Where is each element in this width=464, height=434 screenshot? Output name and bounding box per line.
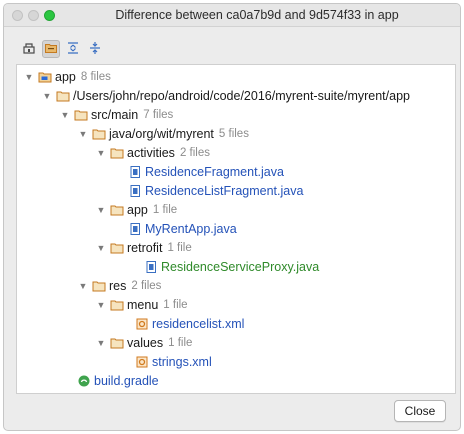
chevron-down-icon[interactable]: ▼ xyxy=(95,204,107,216)
tree-node[interactable]: ▼ /Users/john/repo/android/code/2016/myr… xyxy=(41,86,410,105)
group-by-directory-button[interactable] xyxy=(42,40,60,58)
tree-node[interactable]: ▼ app 1 file xyxy=(95,200,178,219)
window-maximize-dot[interactable] xyxy=(44,10,55,21)
tree-node-label: residencelist.xml xyxy=(152,316,245,331)
collapse-all-button[interactable] xyxy=(86,40,104,58)
tree-node-count: 7 files xyxy=(143,108,174,121)
xml-file-icon xyxy=(135,317,149,331)
chevron-down-icon[interactable]: ▼ xyxy=(95,147,107,159)
tree-node-label: ResidenceServiceProxy.java xyxy=(161,259,320,274)
tree-node-label: menu xyxy=(127,297,159,312)
tree-node-label: app xyxy=(55,69,76,84)
tree-node[interactable]: ▼ retrofit 1 file xyxy=(95,238,192,257)
module-icon xyxy=(22,41,36,58)
tree-node-count: 2 files xyxy=(179,146,210,159)
folder-icon xyxy=(110,241,124,255)
module-view-button[interactable] xyxy=(20,40,38,58)
chevron-down-icon[interactable]: ▼ xyxy=(77,280,89,292)
tree-node[interactable]: residencelist.xml xyxy=(135,314,244,333)
title-bar: Difference between ca0a7b9d and 9d574f33… xyxy=(4,4,460,27)
chevron-down-icon[interactable]: ▼ xyxy=(41,90,53,102)
folder-icon xyxy=(110,336,124,350)
tree-node[interactable]: ▼ activities 2 files xyxy=(95,143,210,162)
tree-node-label: app xyxy=(127,202,148,217)
expand-all-button[interactable] xyxy=(64,40,82,58)
tree-node-label: src/main xyxy=(91,107,139,122)
tree-node-label: MyRentApp.java xyxy=(145,221,237,236)
changes-tree[interactable]: ▼ app 8 files ▼ /Users/john/repo/android… xyxy=(16,64,456,394)
window-title: Difference between ca0a7b9d and 9d574f33… xyxy=(115,8,399,22)
folder-icon xyxy=(110,298,124,312)
tree-node[interactable]: ▼ menu 1 file xyxy=(95,295,188,314)
tree-node-count: 1 file xyxy=(152,203,178,216)
tree-node[interactable]: ResidenceServiceProxy.java xyxy=(144,257,319,276)
collapse-all-icon xyxy=(88,41,102,58)
tree-node-label: ResidenceFragment.java xyxy=(145,164,284,179)
tree-node-count: 1 file xyxy=(168,336,193,349)
tree-node-label: java/org/wit/myrent xyxy=(109,126,214,141)
tree-node-count: 1 file xyxy=(167,241,192,254)
tree-node[interactable]: ▼ src/main 7 files xyxy=(59,105,174,124)
folder-icon xyxy=(74,108,88,122)
gradle-file-icon xyxy=(77,374,91,388)
tree-node-label: /Users/john/repo/android/code/2016/myren… xyxy=(73,88,410,103)
tree-node[interactable]: ▼ values 1 file xyxy=(95,333,193,352)
tree-node-count: 8 files xyxy=(80,70,111,83)
tree-node[interactable]: ResidenceFragment.java xyxy=(128,162,284,181)
tree-node[interactable]: MyRentApp.java xyxy=(128,219,237,238)
tree-node-count: 5 files xyxy=(218,127,249,140)
chevron-down-icon[interactable]: ▼ xyxy=(77,128,89,140)
close-button[interactable]: Close xyxy=(394,400,446,422)
chevron-down-icon[interactable]: ▼ xyxy=(95,242,107,254)
java-file-icon xyxy=(128,165,142,179)
module-folder-icon xyxy=(38,70,52,84)
expand-all-icon xyxy=(66,41,80,58)
tree-node[interactable]: strings.xml xyxy=(135,352,212,371)
tree-node-label: strings.xml xyxy=(152,354,212,369)
diff-dialog: Difference between ca0a7b9d and 9d574f33… xyxy=(3,3,461,431)
folder-icon xyxy=(110,146,124,160)
tree-node-label: ResidenceListFragment.java xyxy=(145,183,304,198)
chevron-down-icon[interactable]: ▼ xyxy=(95,299,107,311)
folder-icon xyxy=(92,127,106,141)
chevron-down-icon[interactable]: ▼ xyxy=(23,71,35,83)
java-file-icon xyxy=(128,222,142,236)
xml-file-icon xyxy=(135,355,149,369)
tree-node[interactable]: ▼ res 2 files xyxy=(77,276,162,295)
chevron-down-icon[interactable]: ▼ xyxy=(59,109,71,121)
window-minimize-dot[interactable] xyxy=(28,10,39,21)
folder-icon xyxy=(56,89,70,103)
java-file-icon xyxy=(128,184,142,198)
tree-node[interactable]: ResidenceListFragment.java xyxy=(128,181,303,200)
java-file-icon xyxy=(144,260,158,274)
tree-node-label: values xyxy=(127,335,164,350)
window-close-dot[interactable] xyxy=(12,10,23,21)
folder-icon xyxy=(110,203,124,217)
folder-icon xyxy=(92,279,106,293)
tree-node-count: 2 files xyxy=(131,279,162,292)
tree-node-label: activities xyxy=(127,145,175,160)
tree-node[interactable]: ▼ app 8 files xyxy=(23,67,111,86)
tree-node[interactable]: build.gradle xyxy=(77,371,159,390)
tree-node-label: retrofit xyxy=(127,240,163,255)
tree-node-label: build.gradle xyxy=(94,373,159,388)
tree-node-count: 1 file xyxy=(163,298,188,311)
toolbar xyxy=(20,39,104,59)
chevron-down-icon[interactable]: ▼ xyxy=(95,337,107,349)
group-by-directory-icon xyxy=(44,41,58,58)
tree-node[interactable]: ▼ java/org/wit/myrent 5 files xyxy=(77,124,249,143)
tree-node-label: res xyxy=(109,278,127,293)
